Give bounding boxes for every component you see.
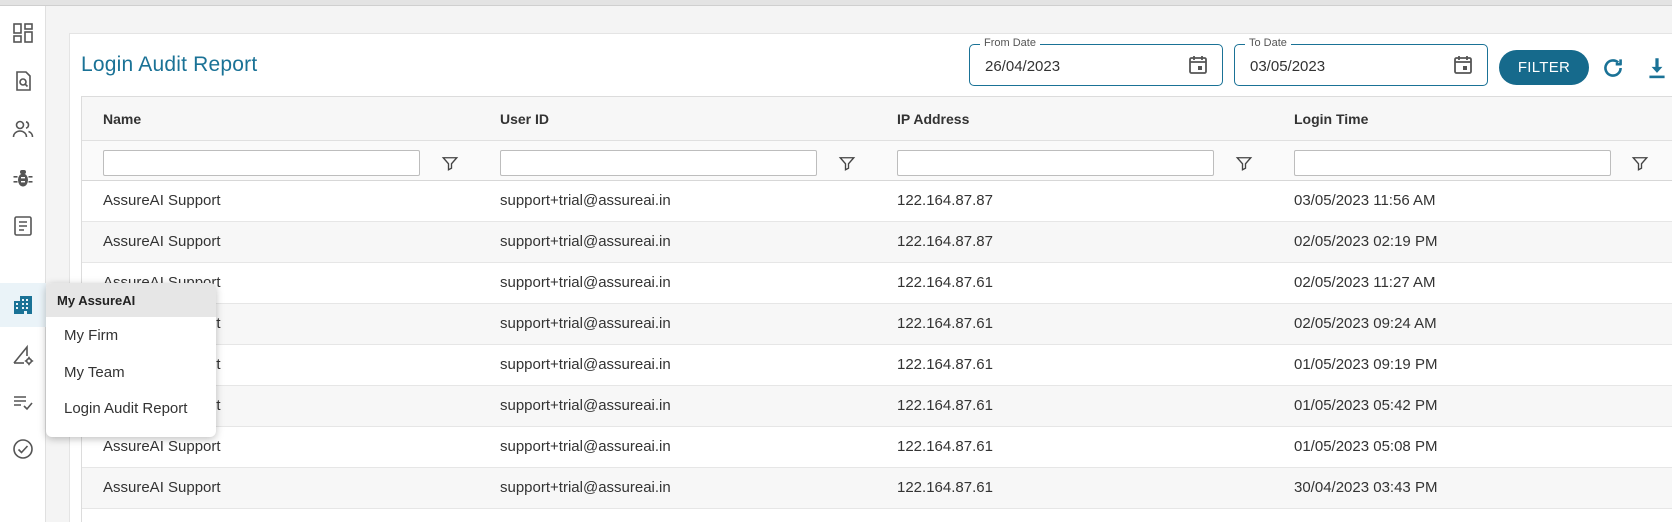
sidebar-item-checklist[interactable] [0,380,46,424]
cell-user-id: support+trial@assureai.in [500,438,671,455]
cell-ip-address: 122.164.87.61 [897,274,993,291]
sidebar-item-users[interactable] [0,107,46,151]
table-row[interactable]: AssureAI Support support+trial@assureai.i… [82,427,1672,468]
column-header-name[interactable]: Name [103,111,141,127]
checklist-icon [14,396,33,411]
page-title: Login Audit Report [81,53,258,76]
menu-item-my-team[interactable]: My Team [64,364,125,381]
cell-login-time: 03/05/2023 11:56 AM [1294,192,1436,209]
filter-icon[interactable] [1235,154,1253,172]
sidebar-item-configuration[interactable] [0,333,46,377]
cell-login-time: 30/04/2023 03:43 PM [1294,479,1438,496]
users-icon [12,120,34,138]
cell-ip-address: 122.164.87.61 [897,479,993,496]
cell-user-id: support+trial@assureai.in [500,233,671,250]
cell-ip-address: 122.164.87.61 [897,438,993,455]
cell-name: AssureAI Support [103,192,221,209]
cell-user-id: support+trial@assureai.in [500,479,671,496]
cell-login-time: 01/05/2023 09:19 PM [1294,356,1438,373]
table-header: Name User ID IP Address Login Time [82,97,1672,141]
cell-user-id: support+trial@assureai.in [500,397,671,414]
refresh-icon[interactable] [1600,55,1626,81]
document-search-icon [16,71,31,91]
table-row[interactable]: AssureAI Support support+trial@assureai.i… [82,181,1672,222]
audit-table: Name User ID IP Address Login Time Assur… [81,96,1672,522]
user-id-filter-input[interactable] [500,150,817,176]
cell-user-id: support+trial@assureai.in [500,192,671,209]
cell-user-id: support+trial@assureai.in [500,356,671,373]
cell-name: AssureAI Support [103,438,221,455]
column-header-login-time[interactable]: Login Time [1294,111,1368,127]
download-icon[interactable] [1644,55,1670,81]
building-icon [14,296,32,314]
column-header-ip-address[interactable]: IP Address [897,111,969,127]
from-date-value[interactable]: 26/04/2023 [985,58,1060,75]
cell-login-time: 02/05/2023 11:27 AM [1294,274,1436,291]
login-time-filter-input[interactable] [1294,150,1611,176]
table-row[interactable]: AssureAI Support support+trial@assureai.i… [82,222,1672,263]
sidebar [0,6,46,522]
cell-login-time: 02/05/2023 02:19 PM [1294,233,1438,250]
menu-item-login-audit-report[interactable]: Login Audit Report [64,400,187,417]
top-bar [0,0,1672,6]
cell-name: AssureAI Support [103,479,221,496]
my-assureai-menu: My AssureAI My Firm My Team Login Audit … [46,283,216,437]
to-date-field[interactable]: To Date 03/05/2023 [1234,37,1488,86]
column-header-user-id[interactable]: User ID [500,111,549,127]
table-row[interactable]: AssureAI Supportsupport+trial@assureai.i… [82,345,1672,386]
from-date-field[interactable]: From Date 26/04/2023 [969,37,1223,86]
check-circle-icon [13,439,33,459]
sidebar-item-bugs[interactable] [0,156,46,200]
from-date-label: From Date [980,37,1040,49]
cell-name: AssureAI Support [103,233,221,250]
sidebar-item-dashboard[interactable] [0,11,46,55]
sidebar-item-approvals[interactable] [0,427,46,471]
settings-triangle-icon [13,344,34,366]
filter-icon[interactable] [838,154,856,172]
cell-ip-address: 122.164.87.61 [897,397,993,414]
menu-item-my-firm[interactable]: My Firm [64,327,118,344]
cell-ip-address: 122.164.87.87 [897,192,993,209]
ip-address-filter-input[interactable] [897,150,1214,176]
cell-user-id: support+trial@assureai.in [500,274,671,291]
table-row[interactable]: AssureAI Supportsupport+trial@assureai.i… [82,304,1672,345]
sidebar-item-my-assureai[interactable] [0,283,46,327]
column-filter-row [82,141,1672,181]
cell-user-id: support+trial@assureai.in [500,315,671,332]
bug-icon [13,170,33,187]
cell-login-time: 01/05/2023 05:08 PM [1294,438,1438,455]
filter-button[interactable]: FILTER [1499,50,1589,85]
dashboard-icon [13,23,33,43]
cell-ip-address: 122.164.87.87 [897,233,993,250]
name-filter-input[interactable] [103,150,420,176]
calendar-icon[interactable] [1186,53,1210,77]
notes-icon [14,216,32,236]
cell-login-time: 01/05/2023 05:42 PM [1294,397,1438,414]
table-row[interactable]: AssureAI Supportsupport+trial@assureai.i… [82,263,1672,304]
filter-icon[interactable] [1631,154,1649,172]
table-row[interactable]: AssureAI Support support+trial@assureai.i… [82,468,1672,509]
cell-ip-address: 122.164.87.61 [897,356,993,373]
sidebar-item-notes[interactable] [0,204,46,248]
sidebar-item-document-search[interactable] [0,59,46,103]
to-date-label: To Date [1245,37,1291,49]
filter-icon[interactable] [441,154,459,172]
cell-login-time: 02/05/2023 09:24 AM [1294,315,1437,332]
calendar-icon[interactable] [1451,53,1475,77]
menu-header: My AssureAI [46,283,216,317]
cell-ip-address: 122.164.87.61 [897,315,993,332]
table-row[interactable]: AssureAI Supportsupport+trial@assureai.i… [82,386,1672,427]
to-date-value[interactable]: 03/05/2023 [1250,58,1325,75]
